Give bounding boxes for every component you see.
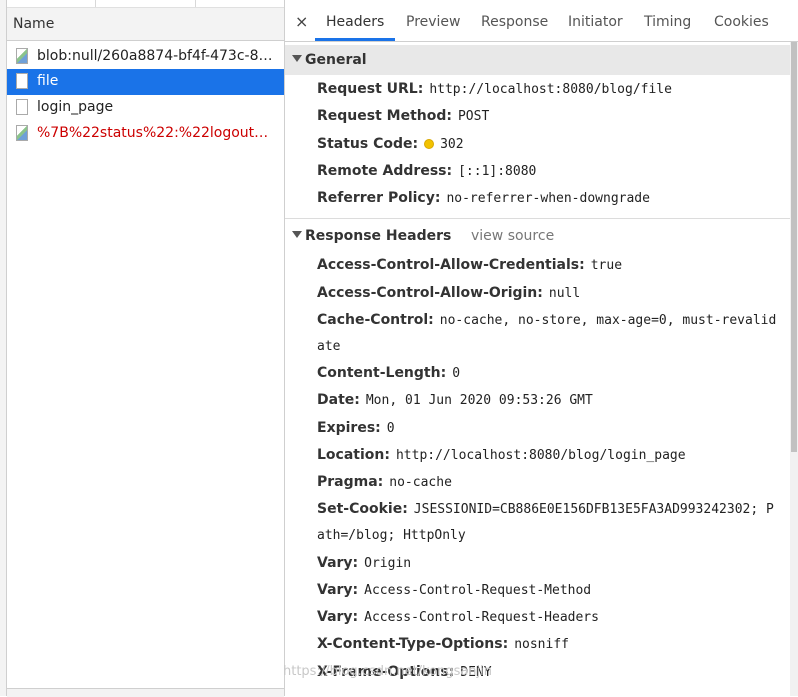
active-tab-indicator — [315, 38, 395, 41]
header-row: Set-Cookie: JSESSIONID=CB886E0E156DFB13E5… — [317, 501, 774, 517]
referrer-policy-row: Referrer Policy: no-referrer-when-downgra… — [317, 190, 650, 206]
scrollbar-thumb[interactable] — [791, 42, 797, 452]
image-file-icon — [16, 125, 28, 141]
tab-timing[interactable]: Timing — [644, 14, 691, 30]
header-value: [::1]:8080 — [458, 164, 537, 179]
header-row: Vary: Origin — [317, 555, 411, 571]
vertical-scrollbar[interactable] — [790, 42, 798, 696]
header-value-continuation: ate — [317, 339, 341, 354]
header-key: Date: — [317, 392, 360, 408]
request-row-selected[interactable]: file — [7, 69, 284, 95]
section-divider — [285, 218, 790, 219]
triangle-down-icon — [292, 231, 302, 238]
header-key: Cache-Control: — [317, 312, 434, 328]
header-value: POST — [457, 109, 490, 124]
tab-headers[interactable]: Headers — [326, 14, 384, 30]
header-value: no-cache — [389, 475, 452, 490]
request-method-row: Request Method: POST — [317, 108, 489, 124]
header-row: Date: Mon, 01 Jun 2020 09:53:26 GMT — [317, 392, 593, 408]
header-key: Vary: — [317, 609, 359, 625]
request-name: %7B%22status%22:%22logout%22... — [37, 125, 280, 141]
header-value: nosniff — [514, 637, 569, 652]
remote-address-row: Remote Address: [::1]:8080 — [317, 163, 536, 179]
header-key: Request URL: — [317, 81, 424, 97]
name-column-header[interactable]: Name — [7, 8, 284, 41]
header-value: Mon, 01 Jun 2020 09:53:26 GMT — [365, 393, 593, 408]
request-row[interactable]: %7B%22status%22:%22logout%22... — [7, 121, 284, 147]
header-row: Vary: Access-Control-Request-Headers — [317, 609, 599, 625]
header-value: 0 — [452, 366, 461, 381]
request-list-pane: Name blob:null/260a8874-bf4f-473c-850...… — [0, 0, 285, 697]
section-title: Response Headers — [305, 228, 452, 244]
header-key: Pragma: — [317, 474, 384, 490]
header-value: Access-Control-Request-Method — [364, 583, 592, 598]
name-column-label: Name — [13, 16, 55, 32]
tab-cookies[interactable]: Cookies — [714, 14, 769, 30]
top-strip — [0, 0, 284, 8]
header-value: no-referrer-when-downgrade — [446, 191, 650, 206]
close-icon[interactable]: × — [295, 12, 308, 31]
header-row: Access-Control-Allow-Origin: null — [317, 285, 580, 301]
request-name: file — [37, 73, 59, 89]
header-row: Expires: 0 — [317, 420, 395, 436]
header-key: Vary: — [317, 582, 359, 598]
watermark: https://blog.csdn.net/kongsanjin — [283, 664, 493, 679]
tab-preview[interactable]: Preview — [406, 14, 461, 30]
document-icon — [16, 73, 28, 89]
details-tab-bar: × Headers Preview Response Initiator Tim… — [285, 0, 798, 42]
pane-edge — [0, 0, 7, 696]
header-row: Access-Control-Allow-Credentials: true — [317, 257, 622, 273]
header-value: null — [548, 286, 581, 301]
triangle-down-icon — [292, 55, 302, 62]
tab-response[interactable]: Response — [481, 14, 548, 30]
header-key: Remote Address: — [317, 163, 453, 179]
header-row: Pragma: no-cache — [317, 474, 452, 490]
view-source-link[interactable]: view source — [471, 228, 554, 244]
header-value: http://localhost:8080/blog/file — [429, 82, 672, 97]
request-row[interactable]: login_page — [7, 95, 284, 121]
header-row: Location: http://localhost:8080/blog/logi… — [317, 447, 686, 463]
header-value: 0 — [386, 421, 395, 436]
header-key: Set-Cookie: — [317, 501, 408, 517]
request-row[interactable]: blob:null/260a8874-bf4f-473c-850... — [7, 44, 284, 70]
header-key: Status Code: — [317, 136, 419, 152]
document-icon — [16, 99, 28, 115]
header-row: Cache-Control: no-cache, no-store, max-ag… — [317, 312, 776, 328]
image-file-icon — [16, 48, 28, 64]
header-key: Expires: — [317, 420, 381, 436]
header-key: Access-Control-Allow-Credentials: — [317, 257, 585, 273]
header-row: X-Content-Type-Options: nosniff — [317, 636, 569, 652]
status-code-row: Status Code: 302 — [317, 136, 464, 152]
request-url-row: Request URL: http://localhost:8080/blog/f… — [317, 81, 672, 97]
header-row: Vary: Access-Control-Request-Method — [317, 582, 591, 598]
header-value: true — [590, 258, 623, 273]
header-value: JSESSIONID=CB886E0E156DFB13E5FA3AD993242… — [413, 502, 774, 517]
header-value: no-cache, no-store, max-age=0, must-reva… — [439, 313, 777, 328]
header-value: 302 — [440, 137, 464, 152]
request-name: login_page — [37, 99, 114, 115]
section-title: General — [305, 52, 367, 68]
response-headers-section-header[interactable]: Response Headers view source — [285, 221, 790, 251]
header-key: Request Method: — [317, 108, 452, 124]
request-name: blob:null/260a8874-bf4f-473c-850... — [37, 48, 280, 64]
header-key: Vary: — [317, 555, 359, 571]
status-dot-icon — [424, 139, 435, 149]
header-value-continuation: ath=/blog; HttpOnly — [317, 528, 466, 543]
header-value: Access-Control-Request-Headers — [364, 610, 599, 625]
header-value: Origin — [364, 556, 412, 571]
general-section-header[interactable]: General — [285, 45, 790, 75]
header-key: Content-Length: — [317, 365, 447, 381]
tab-initiator[interactable]: Initiator — [568, 14, 623, 30]
header-key: Referrer Policy: — [317, 190, 441, 206]
header-key: Access-Control-Allow-Origin: — [317, 285, 543, 301]
header-value: http://localhost:8080/blog/login_page — [395, 448, 686, 463]
header-key: X-Content-Type-Options: — [317, 636, 509, 652]
header-row: Content-Length: 0 — [317, 365, 460, 381]
header-key: Location: — [317, 447, 390, 463]
request-details-pane: × Headers Preview Response Initiator Tim… — [285, 0, 798, 696]
